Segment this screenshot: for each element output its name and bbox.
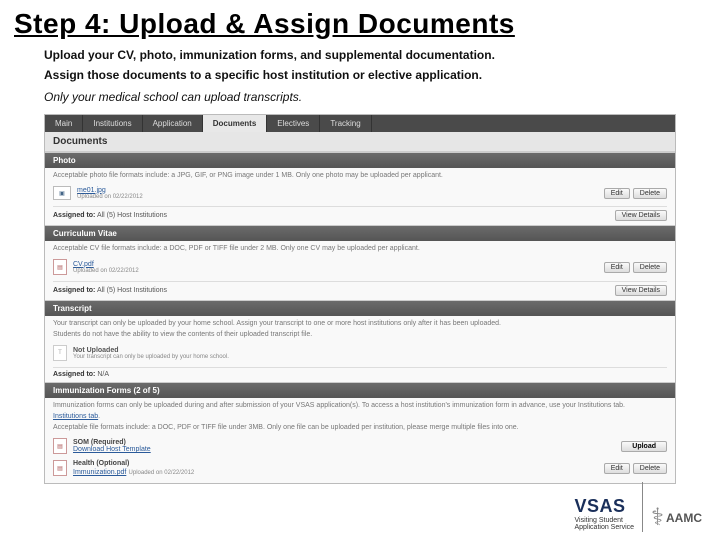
immun-edit-button[interactable]: Edit xyxy=(604,463,630,474)
section-photo-header: Photo xyxy=(45,153,675,168)
cv-edit-button[interactable]: Edit xyxy=(604,262,630,273)
section-cv-header: Curriculum Vitae xyxy=(45,226,675,241)
cv-delete-button[interactable]: Delete xyxy=(633,262,667,273)
cv-note: Acceptable CV file formats include: a DO… xyxy=(53,245,667,252)
photo-assigned: Assigned to: All (5) Host Institutions xyxy=(53,212,167,219)
tab-tracking[interactable]: Tracking xyxy=(320,115,371,132)
vsas-sub1: Visiting Student xyxy=(574,517,634,525)
immun-row1-download-link[interactable]: Download Host Template xyxy=(73,446,615,453)
section-immunization: Immunization Forms (2 of 5) Immunization… xyxy=(45,382,675,483)
section-photo: Photo Acceptable photo file formats incl… xyxy=(45,152,675,225)
institutions-tab-link[interactable]: Institutions tab xyxy=(53,413,98,420)
photo-delete-button[interactable]: Delete xyxy=(633,188,667,199)
transcript-status-sub: Your transcript can only be uploaded by … xyxy=(73,354,667,360)
tab-electives[interactable]: Electives xyxy=(267,115,320,132)
vsas-sub2: Application Service xyxy=(574,524,634,532)
immun-row2-name: Health (Optional) xyxy=(73,460,598,467)
section-immunization-header: Immunization Forms (2 of 5) xyxy=(45,383,675,398)
aamc-logo-text: AAMC xyxy=(666,511,702,525)
photo-view-details-button[interactable]: View Details xyxy=(615,210,667,221)
section-transcript-header: Transcript xyxy=(45,301,675,316)
pdf-icon: ▤ xyxy=(53,259,67,275)
tab-institutions[interactable]: Institutions xyxy=(83,115,142,132)
section-cv: Curriculum Vitae Acceptable CV file form… xyxy=(45,225,675,300)
cv-assigned: Assigned to: All (5) Host Institutions xyxy=(53,287,167,294)
tab-documents[interactable]: Documents xyxy=(203,115,268,132)
page-title: Step 4: Upload & Assign Documents xyxy=(0,0,720,46)
transcript-note-2: Students do not have the ability to view… xyxy=(53,331,667,338)
intro-note: Only your medical school can upload tran… xyxy=(0,86,720,110)
section-transcript: Transcript Your transcript can only be u… xyxy=(45,300,675,382)
cv-filename[interactable]: CV.pdf xyxy=(73,261,598,268)
transcript-note-1: Your transcript can only be uploaded by … xyxy=(53,320,667,327)
photo-edit-button[interactable]: Edit xyxy=(604,188,630,199)
branding-area: VSAS Visiting Student Application Servic… xyxy=(574,482,702,532)
documents-header: Documents xyxy=(45,132,675,152)
immun-row2-meta: Uploaded on 02/22/2012 xyxy=(129,470,195,476)
immun-upload-button[interactable]: Upload xyxy=(621,441,667,452)
intro-line-2: Assign those documents to a specific hos… xyxy=(0,66,720,86)
immun-row1-name: SOM (Required) xyxy=(73,439,615,446)
app-screenshot: Main Institutions Application Documents … xyxy=(44,114,676,484)
cv-upload-date: Uploaded on 02/22/2012 xyxy=(73,268,598,274)
photo-filename[interactable]: me01.jpg xyxy=(77,187,598,194)
photo-thumbnail-icon: ▣ xyxy=(53,186,71,200)
transcript-assigned: Assigned to: N/A xyxy=(53,371,109,378)
immun-row2-link[interactable]: Immunization.pdf xyxy=(73,469,126,476)
brand-divider xyxy=(642,482,643,532)
tab-application[interactable]: Application xyxy=(143,115,203,132)
immun-doc-icon-1: ▤ xyxy=(53,438,67,454)
tab-bar: Main Institutions Application Documents … xyxy=(45,115,675,132)
vsas-logo-text: VSAS xyxy=(574,496,634,517)
immun-delete-button[interactable]: Delete xyxy=(633,463,667,474)
caduceus-icon: ⚕ xyxy=(651,503,664,532)
immun-note-2: Acceptable file formats include: a DOC, … xyxy=(53,424,667,431)
photo-upload-date: Uploaded on 02/22/2012 xyxy=(77,194,598,200)
transcript-status: Not Uploaded xyxy=(73,347,667,354)
tab-main[interactable]: Main xyxy=(45,115,83,132)
immun-note-1: Immunization forms can only be uploaded … xyxy=(53,402,667,409)
cv-view-details-button[interactable]: View Details xyxy=(615,285,667,296)
intro-line-1: Upload your CV, photo, immunization form… xyxy=(0,46,720,66)
immun-doc-icon-2: ▤ xyxy=(53,460,67,476)
photo-note: Acceptable photo file formats include: a… xyxy=(53,172,667,179)
transcript-placeholder-icon: T xyxy=(53,345,67,361)
